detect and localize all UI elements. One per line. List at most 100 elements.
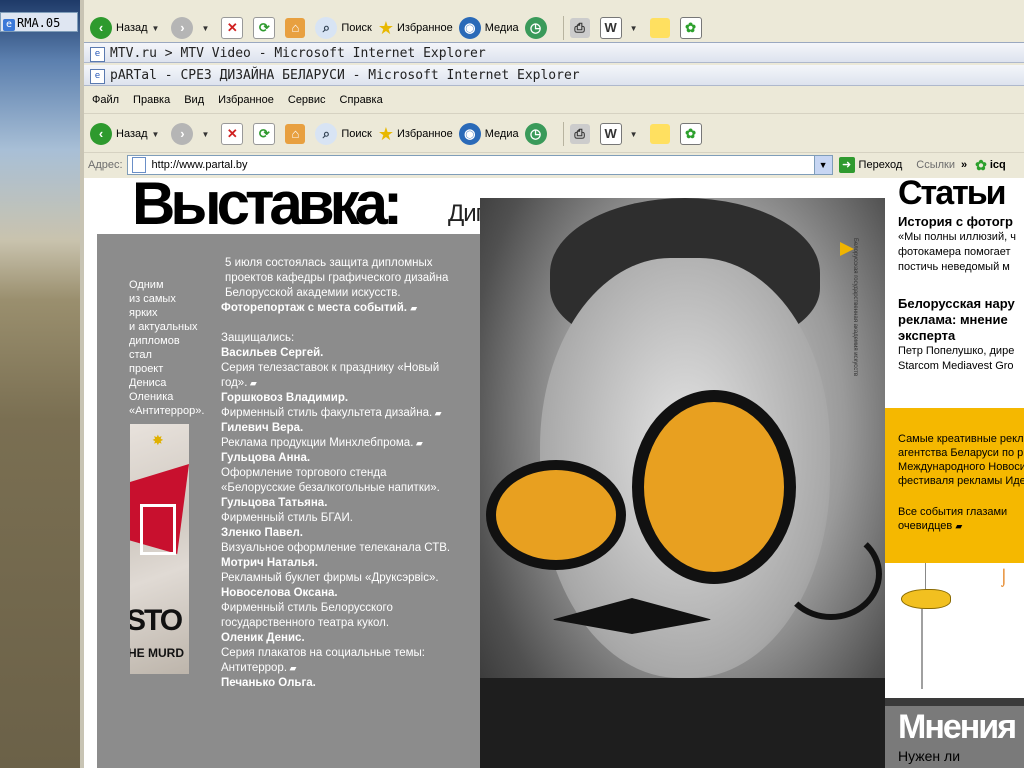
bg-media-button[interactable]: ◉ Медиа: [458, 17, 519, 39]
chevron-down-icon[interactable]: ▼: [630, 130, 638, 139]
media-icon: ◉: [458, 17, 481, 39]
web-page: Одним из самых ярких и актуальных диплом…: [84, 178, 1024, 768]
favorites-button[interactable]: ★ Избранное: [378, 124, 453, 145]
academy-badge-text: Белорусская государственная академия иск…: [852, 238, 858, 377]
fishing-line: [925, 563, 926, 591]
back-arrow-icon: ‹: [90, 123, 112, 145]
media-button[interactable]: ◉ Медиа: [458, 123, 519, 145]
bg-refresh-button[interactable]: ⟳: [253, 17, 279, 39]
bg-print-button[interactable]: ⎙: [569, 18, 594, 38]
photo-glasses-left: [486, 460, 626, 570]
forward-button[interactable]: › ▼: [171, 123, 215, 145]
edit-button[interactable]: W ▼: [599, 123, 644, 145]
bg-home-button[interactable]: ⌂: [285, 18, 309, 38]
menu-help[interactable]: Справка: [340, 94, 383, 106]
defender-name: Новоселова Оксана.: [221, 587, 338, 599]
forward-arrow-icon: ›: [171, 17, 194, 39]
print-button[interactable]: ⎙: [569, 124, 594, 144]
bg-history-button[interactable]: ◷: [524, 17, 551, 39]
academy-badge: Белорусская государственная академия иск…: [838, 238, 876, 377]
note-button[interactable]: [649, 124, 674, 144]
refresh-button[interactable]: ⟳: [253, 123, 279, 145]
menu-file[interactable]: Файл: [92, 94, 119, 106]
fish-illustration: ⌡: [885, 563, 1024, 698]
active-window-titlebar[interactable]: e pARTal - СРЕЗ ДИЗАЙНА БЕЛАРУСИ - Micro…: [84, 65, 1024, 86]
links-chevron[interactable]: »: [961, 159, 967, 171]
arrow-right-icon[interactable]: ▰: [247, 378, 257, 388]
icq-button[interactable]: ✿: [679, 123, 706, 145]
defender-name: Васильев Сергей.: [221, 347, 324, 359]
history-button[interactable]: ◷: [524, 123, 551, 145]
photo-glasses-right: [632, 390, 796, 584]
bg-search-button[interactable]: ⌕ Поиск: [315, 17, 372, 39]
address-field[interactable]: ▼: [126, 155, 833, 175]
go-label: Переход: [858, 159, 903, 171]
menu-bar: Файл Правка Вид Избранное Сервис Справка: [84, 87, 1024, 114]
bg-icq-button[interactable]: ✿: [679, 17, 706, 39]
menu-edit[interactable]: Правка: [133, 94, 170, 106]
bg-note-button[interactable]: [649, 18, 674, 38]
opinions-teaser[interactable]: Нужен ли: [898, 748, 960, 764]
bomb-spark-icon: ✸: [152, 432, 164, 448]
refresh-icon: ⟳: [253, 123, 276, 145]
chevron-down-icon[interactable]: ▼: [201, 24, 209, 33]
chevron-down-icon[interactable]: ▼: [201, 130, 209, 139]
promo-text: Самые креативные рекл агентства Беларуси…: [898, 433, 1024, 487]
print-icon: ⎙: [569, 124, 590, 144]
history-icon: ◷: [524, 123, 547, 145]
menu-favorites[interactable]: Избранное: [218, 94, 274, 106]
go-button[interactable]: ➜ Переход: [838, 157, 903, 173]
chevron-down-icon[interactable]: ▼: [152, 24, 160, 33]
bg-stop-button[interactable]: ✕: [221, 17, 247, 39]
bg-favorites-button[interactable]: ★ Избранное: [378, 18, 453, 39]
menu-tools[interactable]: Сервис: [288, 94, 326, 106]
arrow-right-icon: ▰: [955, 521, 963, 531]
defender-work: Фирменный стиль факультета дизайна. ▰: [221, 407, 442, 419]
article-item[interactable]: История с фотогр «Мы полны иллюзий, ч фо…: [898, 214, 1024, 275]
antiterror-poster-thumbnail[interactable]: ✸ STO HE MURD: [130, 424, 189, 674]
media-icon: ◉: [458, 123, 481, 145]
home-icon: ⌂: [285, 18, 306, 38]
chevron-down-icon[interactable]: ▼: [630, 24, 638, 33]
article-snippet: Петр Попелушко, дире Starcom Mediavest G…: [898, 345, 1015, 372]
arrow-right-icon: ▰: [410, 303, 418, 313]
home-button[interactable]: ⌂: [285, 124, 309, 144]
background-window-titlebar[interactable]: e MTV.ru > MTV Video - Microsoft Interne…: [84, 42, 1024, 63]
taskbar-item[interactable]: e RMA.05: [0, 12, 78, 32]
portrait-photo: [480, 198, 885, 768]
address-label: Адрес:: [88, 159, 123, 171]
search-button[interactable]: ⌕ Поиск: [315, 123, 372, 145]
bg-back-button[interactable]: ‹ Назад ▼: [90, 17, 165, 39]
arrow-right-icon[interactable]: ▰: [413, 438, 423, 448]
note-icon: [649, 18, 670, 38]
chevron-down-icon[interactable]: ▼: [152, 130, 160, 139]
taskbar-item-label: RMA.05: [17, 16, 61, 30]
defender-work: Реклама продукции Минхлебпрома. ▰: [221, 437, 423, 449]
bg-edit-button[interactable]: W ▼: [599, 17, 644, 39]
arrow-right-icon[interactable]: ▰: [432, 408, 442, 418]
chevron-down-icon[interactable]: ▼: [813, 156, 832, 174]
seaweed-stem: [921, 609, 923, 689]
article-item[interactable]: Белорусская нару реклама: мнение эксперт…: [898, 296, 1024, 374]
icq-flower-icon: ✿: [679, 17, 702, 39]
star-icon: ★: [377, 17, 394, 38]
back-label: Назад: [116, 128, 148, 140]
text-panel: Одним из самых ярких и актуальных диплом…: [97, 234, 480, 768]
icq-link[interactable]: ✿ icq: [975, 157, 1006, 174]
go-arrow-icon: ➜: [838, 157, 855, 173]
menu-view[interactable]: Вид: [184, 94, 204, 106]
defender-work: Серия плакатов на социальные темы: Антит…: [221, 647, 425, 674]
stop-button[interactable]: ✕: [221, 123, 247, 145]
links-button[interactable]: Ссылки: [916, 159, 955, 171]
stop-icon: ✕: [221, 17, 244, 39]
poster-stop-text: STO: [130, 604, 183, 637]
back-button[interactable]: ‹ Назад ▼: [90, 123, 165, 145]
bg-forward-button[interactable]: › ▼: [171, 17, 215, 39]
star-icon: ★: [377, 123, 394, 144]
photo-report-link[interactable]: Фоторепортаж с места событий. ▰: [221, 301, 461, 316]
arrow-right-icon[interactable]: ▰: [287, 663, 297, 673]
side-caption: Одним из самых ярких и актуальных диплом…: [129, 279, 205, 417]
article-snippet: «Мы полны иллюзий, ч фотокамера помогает…: [898, 231, 1016, 273]
address-input[interactable]: [149, 158, 814, 172]
promo-link[interactable]: Все события глазами очевидцев ▰: [898, 505, 1024, 533]
